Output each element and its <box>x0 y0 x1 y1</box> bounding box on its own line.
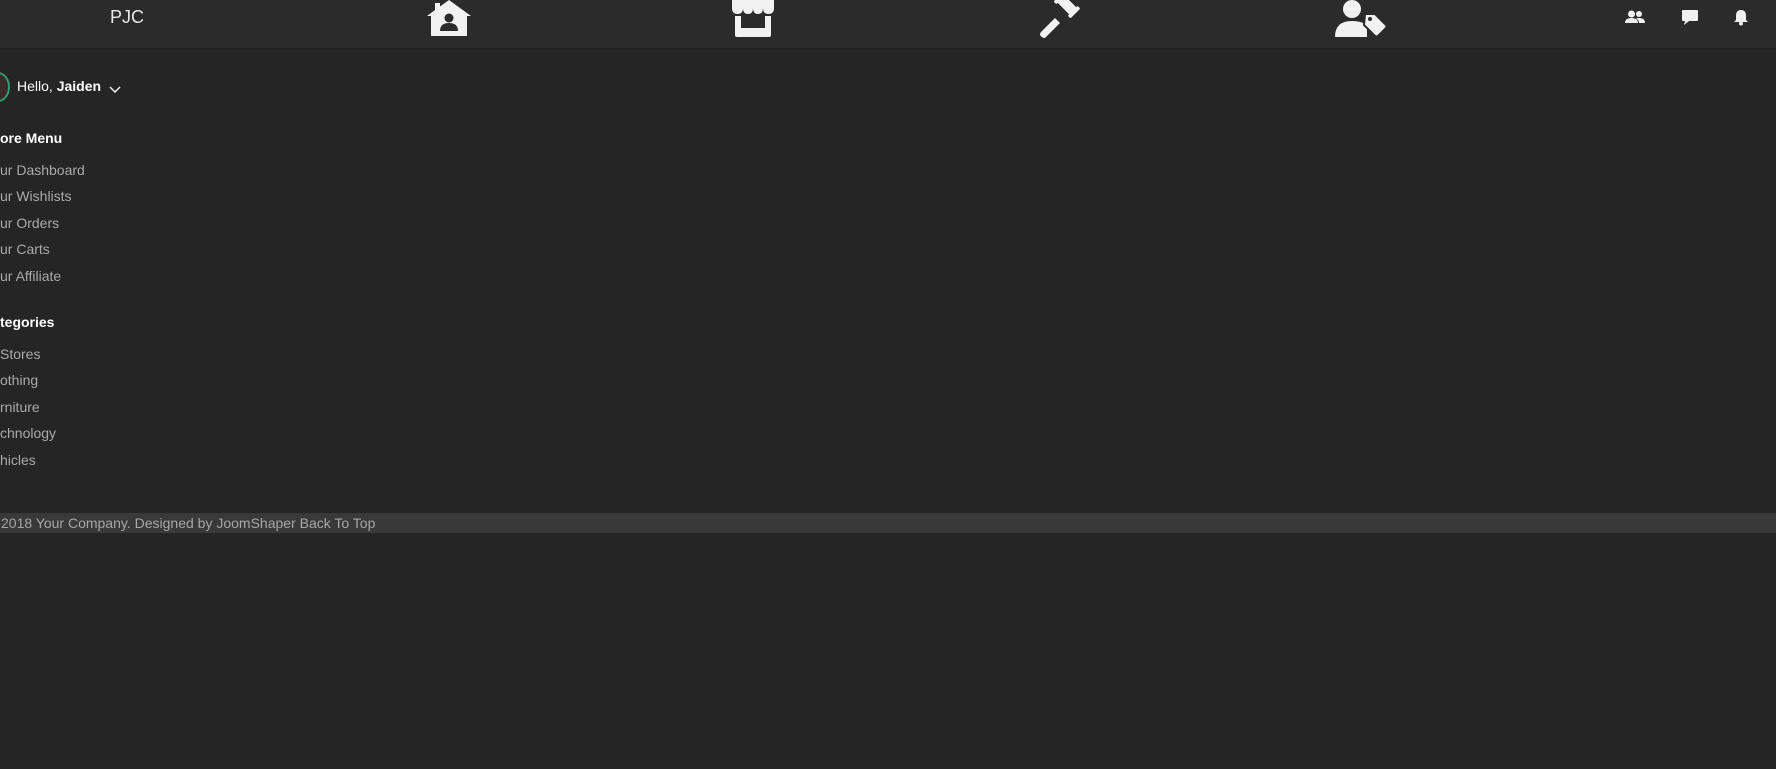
back-to-top-link[interactable]: Back To Top <box>300 515 376 531</box>
designer-link[interactable]: JoomShaper <box>216 515 295 531</box>
categories-list: Stores othing rniture chnology hicles <box>0 341 56 473</box>
top-navbar: PJC <box>0 0 1776 49</box>
footer: 2018 Your Company. Designed by JoomShape… <box>0 513 1776 533</box>
store-menu-title: ore Menu <box>0 130 63 146</box>
menu-item-carts[interactable]: ur Carts <box>0 236 85 262</box>
category-item-stores[interactable]: Stores <box>0 341 56 367</box>
storefront-icon[interactable] <box>730 0 776 38</box>
chevron-down-icon[interactable] <box>109 81 121 99</box>
copyright-text: 2018 Your Company. Designed by <box>1 515 217 531</box>
user-tag-icon[interactable] <box>1335 0 1387 38</box>
chat-icon[interactable] <box>1681 9 1699 26</box>
home-user-icon[interactable] <box>425 0 473 38</box>
store-menu-list: ur Dashboard ur Wishlists ur Orders ur C… <box>0 157 85 289</box>
user-menu-toggle[interactable]: Hello, Jaiden <box>0 72 200 102</box>
users-icon[interactable] <box>1625 9 1645 25</box>
categories-title: tegories <box>0 314 55 330</box>
greeting-prefix: Hello, <box>17 78 57 94</box>
category-item-clothing[interactable]: othing <box>0 367 56 393</box>
avatar[interactable] <box>0 72 10 102</box>
category-item-technology[interactable]: chnology <box>0 420 56 446</box>
user-name: Jaiden <box>56 78 102 94</box>
menu-item-affiliate[interactable]: ur Affiliate <box>0 263 85 289</box>
category-item-vehicles[interactable]: hicles <box>0 447 56 473</box>
gavel-icon[interactable] <box>1036 0 1080 38</box>
menu-item-orders[interactable]: ur Orders <box>0 210 85 236</box>
menu-item-wishlists[interactable]: ur Wishlists <box>0 183 85 209</box>
page: PJC Hello, Jaiden ore Menu ur Dashboard … <box>0 0 1776 769</box>
footer-text: 2018 Your Company. Designed by JoomShape… <box>1 515 375 531</box>
category-item-furniture[interactable]: rniture <box>0 394 56 420</box>
greeting: Hello, Jaiden <box>17 78 101 94</box>
brand-logo-text[interactable]: PJC <box>110 7 144 28</box>
bell-icon[interactable] <box>1733 9 1749 26</box>
menu-item-dashboard[interactable]: ur Dashboard <box>0 157 85 183</box>
